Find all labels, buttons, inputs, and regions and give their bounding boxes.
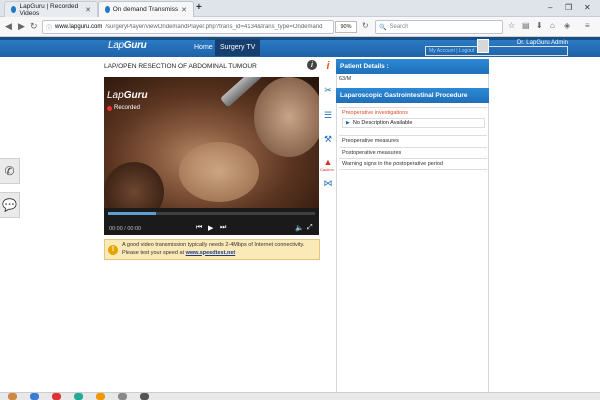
notice-line-1: A good video transmission typically need… — [122, 242, 305, 249]
video-seek-progress — [108, 212, 156, 215]
nav-home[interactable]: Home — [189, 39, 218, 56]
pocket-icon[interactable]: ◈ — [564, 21, 570, 30]
avatar[interactable] — [477, 39, 489, 53]
chat-icon[interactable]: 💬 — [0, 192, 20, 218]
new-tab-button[interactable]: + — [196, 2, 202, 13]
video-watermark-logo: LapGuru — [107, 90, 148, 101]
tab-recorded-videos[interactable]: LapGuru | Recorded Videos ✕ — [4, 1, 98, 17]
tab-label: LapGuru | Recorded Videos — [19, 2, 79, 17]
site-info-icon[interactable]: ⓘ — [46, 23, 52, 32]
warning-icon: ! — [108, 244, 118, 255]
rewind-icon[interactable]: ⏮ — [196, 224, 202, 232]
url-path: /surgeryPlayer/viewOndemandPlayer.php?tr… — [105, 24, 323, 30]
user-links[interactable]: My Account | Logout — [425, 46, 568, 56]
search-placeholder: Search — [389, 24, 409, 30]
taskbar-item[interactable] — [96, 393, 105, 400]
taskbar-item[interactable] — [140, 393, 149, 400]
instruments-icon[interactable]: ⚒ — [322, 133, 334, 145]
address-bar[interactable]: ⓘ www.lapguru.com/surgeryPlayer/viewOnde… — [42, 20, 334, 34]
lapguru-favicon — [11, 6, 17, 13]
patient-details-header: Patient Details : — [336, 59, 489, 74]
minimize-icon[interactable]: – — [548, 3, 552, 12]
fast-forward-icon[interactable]: ⏭ — [220, 224, 226, 232]
list-item: ▶ No Description Available — [342, 118, 485, 128]
url-host: www.lapguru.com — [55, 24, 103, 30]
info-icon[interactable]: i — [307, 60, 317, 70]
record-dot-icon — [107, 105, 112, 111]
download-icon[interactable]: ⬇ — [536, 21, 543, 30]
search-icon: 🔍 — [379, 24, 387, 31]
lapguru-favicon — [105, 6, 110, 13]
recorded-badge: Recorded — [107, 105, 140, 111]
taskbar — [0, 392, 600, 400]
nav-surgery-tv[interactable]: Surgery TV — [215, 39, 261, 56]
speedtest-link[interactable]: www.speedtest.net — [186, 250, 236, 256]
reader-reload-icon[interactable]: ↻ — [362, 21, 369, 30]
back-icon[interactable]: ◀ — [5, 21, 12, 32]
phone-icon[interactable]: ✆ — [0, 158, 20, 184]
close-tab-icon[interactable]: ✕ — [181, 6, 187, 14]
bullet-arrow-icon: ▶ — [346, 120, 350, 126]
section-warning-signs[interactable]: Warning signs in the postoperative perio… — [339, 158, 487, 170]
procedure-header: Laparoscopic Gastrointestinal Procedure — [336, 88, 489, 103]
section-preoperative-measures[interactable]: Preoperative measures — [339, 135, 487, 146]
section-preoperative-investigations[interactable]: Preoperative investigations — [339, 107, 487, 118]
reading-list-icon[interactable]: ▤ — [522, 21, 530, 30]
caution-label: Caution — [320, 167, 334, 172]
maximize-icon[interactable]: ❐ — [565, 3, 572, 12]
info-icon[interactable]: i — [322, 60, 334, 72]
volume-icon[interactable]: 🔈 — [295, 224, 304, 232]
user-info: Dr. LapGuru Admin My Account | Logout — [425, 40, 568, 56]
video-player[interactable]: LapGuru Recorded — [104, 77, 319, 223]
fullscreen-icon[interactable]: ⤢ — [307, 224, 313, 232]
patient-age-sex: 63/M — [339, 76, 352, 82]
forward-icon[interactable]: ▶ — [18, 21, 25, 32]
taskbar-item[interactable] — [8, 393, 17, 400]
search-input[interactable]: 🔍 Search — [375, 20, 503, 34]
home-icon[interactable]: ⌂ — [550, 21, 555, 30]
taskbar-item[interactable] — [118, 393, 127, 400]
share-icon[interactable]: ⋈ — [322, 177, 334, 189]
tab-label: On demand Transmission : LAP... — [112, 6, 179, 13]
taskbar-item[interactable] — [52, 393, 61, 400]
close-tab-icon[interactable]: ✕ — [85, 6, 91, 14]
page-title: LAP/OPEN RESECTION OF ABDOMINAL TUMOUR — [104, 63, 257, 70]
taskbar-item[interactable] — [74, 393, 83, 400]
taskbar-item[interactable] — [30, 393, 39, 400]
no-description-text: No Description Available — [352, 120, 413, 126]
close-window-icon[interactable]: ✕ — [584, 3, 591, 12]
zoom-level[interactable]: 90% — [335, 21, 357, 33]
bookmark-star-icon[interactable]: ☆ — [508, 21, 515, 30]
play-icon[interactable]: ▶ — [208, 224, 213, 232]
list-icon[interactable]: ☰ — [322, 109, 334, 121]
scissors-icon[interactable]: ✂ — [322, 84, 334, 96]
tab-on-demand[interactable]: On demand Transmission : LAP... ✕ — [98, 1, 194, 17]
notice-line-2: Please test your speed at — [122, 249, 186, 256]
video-timecode: 00:00 / 00:00 — [109, 226, 142, 232]
reload-icon[interactable]: ↻ — [30, 21, 38, 32]
bandwidth-notice: ! A good video transmission typically ne… — [104, 239, 320, 260]
site-logo[interactable]: LapGuru — [108, 40, 147, 51]
section-postoperative-measures[interactable]: Postoperative measures — [339, 147, 487, 158]
menu-icon[interactable]: ≡ — [585, 21, 590, 30]
